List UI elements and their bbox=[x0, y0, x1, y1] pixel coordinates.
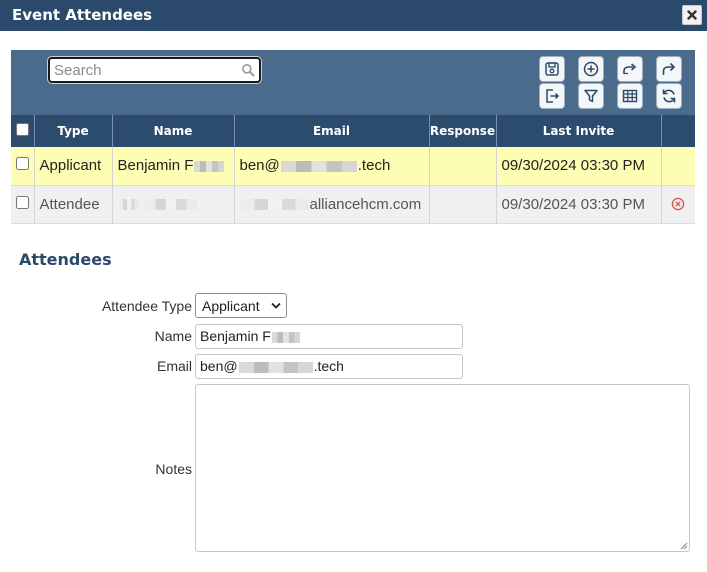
refresh-button[interactable] bbox=[656, 83, 682, 109]
cell-response bbox=[429, 185, 497, 224]
email-suffix: alliancehcm.com bbox=[309, 195, 422, 213]
notes-label: Notes bbox=[155, 461, 192, 477]
row-checkbox[interactable] bbox=[16, 157, 29, 171]
cell-name: Benjamin F bbox=[112, 147, 235, 186]
cell-name bbox=[112, 185, 235, 224]
cell-email: alliancehcm.com bbox=[234, 185, 430, 224]
column-header-response[interactable]: Response bbox=[429, 115, 497, 147]
redacted-text bbox=[194, 160, 225, 172]
email-suffix: .tech bbox=[357, 157, 391, 175]
cell-type: Attendee bbox=[34, 185, 113, 224]
attendee-type-value: Applicant bbox=[202, 297, 260, 314]
row-checkbox[interactable] bbox=[16, 195, 29, 209]
email-prefix: ben@ bbox=[200, 358, 238, 374]
save-button[interactable] bbox=[539, 56, 565, 82]
export-icon bbox=[546, 89, 560, 103]
attendee-type-select[interactable]: Applicant bbox=[195, 293, 287, 318]
search-box bbox=[48, 57, 261, 83]
export-button[interactable] bbox=[539, 83, 565, 109]
share-button[interactable] bbox=[617, 56, 643, 82]
select-all-cell bbox=[11, 115, 35, 147]
cell-last-invite: 09/30/2024 03:30 PM bbox=[496, 147, 662, 186]
redacted-text bbox=[118, 199, 139, 211]
search-icon bbox=[242, 64, 255, 77]
cell-type: Applicant bbox=[34, 147, 113, 186]
name-field[interactable]: Benjamin F bbox=[195, 324, 463, 349]
notes-textarea[interactable] bbox=[195, 384, 690, 552]
name-value: Benjamin F bbox=[200, 328, 271, 344]
column-header-email[interactable]: Email bbox=[234, 115, 430, 147]
email-suffix: .tech bbox=[313, 358, 344, 374]
column-header-last-invite[interactable]: Last Invite bbox=[496, 115, 662, 147]
cell-actions bbox=[661, 147, 695, 186]
email-label: Email bbox=[156, 358, 192, 374]
save-icon bbox=[545, 62, 559, 76]
email-field[interactable]: ben@ .tech bbox=[195, 354, 463, 379]
row-checkbox-cell bbox=[11, 185, 35, 224]
table-row[interactable]: Attendee alliancehcm.com 09/30/2024 03:3… bbox=[11, 185, 695, 224]
search-input[interactable] bbox=[52, 60, 237, 80]
grid-icon bbox=[622, 89, 638, 103]
forward-icon bbox=[662, 62, 676, 75]
column-header-type[interactable]: Type bbox=[34, 115, 113, 147]
dialog-title: Event Attendees bbox=[12, 6, 153, 24]
email-prefix: ben@ bbox=[239, 157, 280, 175]
cell-last-invite: 09/30/2024 03:30 PM bbox=[496, 185, 662, 224]
redacted-text bbox=[271, 331, 300, 343]
cell-actions bbox=[661, 185, 695, 224]
name-label: Name bbox=[154, 328, 192, 344]
attendees-table: Type Name Email Response Last Invite App… bbox=[11, 115, 695, 224]
table-header-row: Type Name Email Response Last Invite bbox=[11, 115, 695, 147]
redacted-text bbox=[238, 361, 313, 373]
remove-circle-icon[interactable] bbox=[671, 197, 685, 211]
redacted-text bbox=[144, 199, 197, 211]
row-checkbox-cell bbox=[11, 147, 35, 186]
refresh-icon bbox=[662, 89, 676, 103]
grid-toolbar bbox=[11, 50, 695, 115]
column-header-name[interactable]: Name bbox=[112, 115, 235, 147]
resize-grip-icon[interactable] bbox=[678, 540, 688, 550]
share-icon bbox=[623, 63, 637, 75]
close-icon bbox=[687, 10, 697, 20]
forward-button[interactable] bbox=[656, 56, 682, 82]
redacted-text bbox=[240, 199, 309, 211]
cell-email: ben@ .tech bbox=[234, 147, 430, 186]
close-button[interactable] bbox=[682, 5, 702, 25]
dialog-titlebar: Event Attendees bbox=[0, 0, 707, 31]
filter-button[interactable] bbox=[578, 83, 604, 109]
cell-response bbox=[429, 147, 497, 186]
column-header-actions bbox=[661, 115, 695, 147]
select-all-checkbox[interactable] bbox=[15, 123, 29, 136]
filter-icon bbox=[584, 89, 598, 103]
add-button[interactable] bbox=[578, 56, 604, 82]
columns-button[interactable] bbox=[617, 83, 643, 109]
redacted-text bbox=[280, 160, 357, 172]
section-title: Attendees bbox=[19, 250, 112, 269]
chevron-down-icon bbox=[271, 302, 281, 309]
table-row[interactable]: Applicant Benjamin F ben@ .tech 09/30/202… bbox=[11, 147, 695, 186]
name-text: Benjamin F bbox=[117, 157, 194, 175]
attendee-type-label: Attendee Type bbox=[101, 298, 192, 314]
add-circle-icon bbox=[583, 61, 599, 77]
